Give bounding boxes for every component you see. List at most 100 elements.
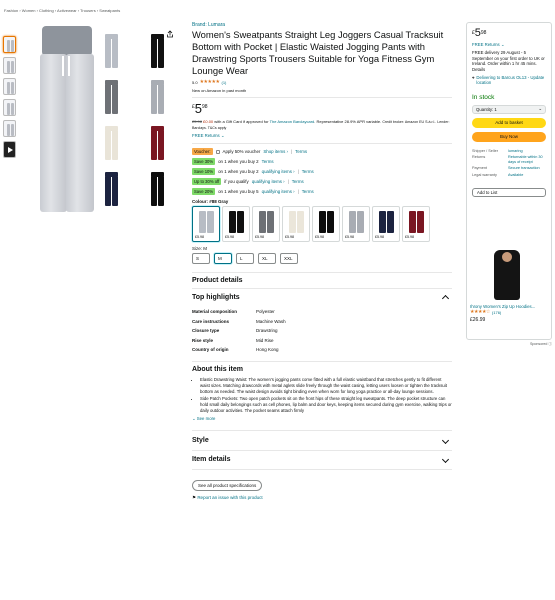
colour-swatch[interactable]: £5.98	[372, 206, 400, 242]
size-option[interactable]: XL	[258, 253, 276, 264]
free-returns-link[interactable]: FREE Returns ⌄	[192, 133, 452, 139]
ad-rating-count[interactable]: (176)	[492, 310, 501, 315]
location-pin-icon: ⌖	[472, 75, 475, 81]
size-option[interactable]: M	[214, 253, 232, 264]
product-attributes-table: Material composition Polyester Care instru…	[192, 307, 286, 355]
swatch-price: £5.98	[195, 235, 204, 239]
promo-link[interactable]: qualifying items ›	[252, 179, 285, 184]
thumbnail-4[interactable]	[3, 99, 16, 116]
promo-row: Up to 30% off if you qualify qualifying it…	[192, 178, 452, 185]
attribute-row: Country of origin Hong Kong	[192, 345, 286, 355]
swatch-image	[288, 209, 306, 233]
thumbnail-5[interactable]	[3, 120, 16, 137]
swatch-image	[378, 209, 396, 233]
thumbnail-2[interactable]	[3, 57, 16, 74]
price-fraction: 98	[202, 104, 208, 110]
model-torso	[42, 26, 92, 56]
rating-count[interactable]: (1)	[221, 80, 226, 85]
see-more-link[interactable]: ⌄ See more	[192, 416, 452, 422]
delivery-location-link[interactable]: ⌖ Delivering to Barcus OL13 - Update loc…	[472, 75, 546, 86]
model-face	[502, 252, 512, 262]
report-issue-link[interactable]: ⚑ Report an issue with this product	[192, 495, 452, 501]
thumbnail-3[interactable]	[3, 78, 16, 95]
promo-text: on 1 when you buy 2	[218, 159, 259, 164]
product-title: Women's Sweatpants Straight Leg Joggers …	[192, 29, 444, 76]
about-bullet: Elastic Drawstring Waist: The women's jo…	[200, 377, 452, 395]
product-info-column: Brand: Lumara Women's Sweatpants Straigh…	[192, 22, 452, 501]
colour-swatch[interactable]: £5.98	[192, 206, 220, 242]
separator: |	[287, 179, 289, 184]
colour-swatch[interactable]: £5.98	[282, 206, 310, 242]
attribute-value: Hong Kong	[256, 347, 279, 352]
buy-now-button[interactable]: Buy Now	[472, 131, 546, 142]
promo-link[interactable]: Terms	[262, 159, 274, 164]
colour-swatch[interactable]: £5.98	[252, 206, 280, 242]
product-details-heading: Product details	[192, 277, 243, 284]
drawstring	[62, 56, 64, 76]
colour-swatch[interactable]: £5.98	[342, 206, 370, 242]
about-heading: About this item	[192, 365, 243, 373]
add-to-basket-button[interactable]: Add to basket	[472, 117, 546, 128]
all-specifications-button[interactable]: See all product specifications	[192, 479, 263, 491]
promo-link[interactable]: Terms	[302, 189, 314, 194]
rating-row: 5.0 ★★★★★ (1)	[192, 79, 452, 85]
swatch-price: £5.98	[255, 235, 264, 239]
colour-swatch[interactable]: £5.98	[222, 206, 250, 242]
promo-link[interactable]: Shop items ›	[263, 149, 288, 154]
promo-link[interactable]: qualifying items ›	[262, 169, 295, 174]
colour-swatches: £5.98 £5.98 £5.98 £5.98 £5.98 £5.98 £5.98 £5.98	[192, 206, 452, 242]
colour-swatch[interactable]: £5.98	[312, 206, 340, 242]
barclaycard-link[interactable]: The Amazon Barclaycard	[270, 119, 315, 124]
brand-link[interactable]: Brand: Lumara	[192, 22, 452, 28]
size-option[interactable]: L	[236, 253, 254, 264]
quantity-select[interactable]: Quantity: 1 ⌄	[472, 104, 546, 114]
promo-link[interactable]: Terms	[302, 169, 314, 174]
delivery-info: FREE delivery 29 August - 5 September on…	[472, 50, 545, 72]
attribute-value: Mid Rise	[256, 337, 274, 343]
top-highlights-toggle[interactable]: Top highlights	[192, 293, 452, 303]
buybox-price: £ 5 98	[472, 28, 546, 39]
thumbnail-strip	[3, 36, 17, 162]
style-heading: Style	[192, 436, 209, 444]
ad-stars-icon: ★★★★☆	[470, 309, 490, 315]
breadcrumb[interactable]: Fashion › Women › Clothing › Activewear …	[4, 8, 120, 13]
size-option[interactable]: XXL	[280, 253, 298, 264]
promo-link[interactable]: qualifying items ›	[262, 189, 295, 194]
size-label: Size: M	[192, 246, 208, 251]
pants-left-leg	[40, 54, 67, 212]
promo-row: Save 10% on 1 when you buy 2 qualifying it…	[192, 168, 452, 175]
promo-link[interactable]: Terms	[292, 179, 304, 184]
seller-row: Returns Returnable within 30 days of rece…	[472, 154, 546, 165]
add-to-list-button[interactable]: Add to List	[472, 188, 546, 198]
thumbnail-1[interactable]	[3, 36, 16, 53]
chevron-down-icon	[441, 436, 450, 444]
promotions-list: Voucher: Apply 50% voucher Shop items › | Te…	[192, 148, 452, 195]
promo-link[interactable]: Terms	[295, 149, 307, 154]
video-thumbnail[interactable]	[3, 141, 16, 158]
promo-badge: Voucher:	[192, 148, 213, 155]
about-bullet: Side Patch Pockets: Two open patch pocke…	[200, 396, 452, 414]
sponsored-ad[interactable]: Ihrony Women's Zip Up Hoodies... ★★★★☆ (…	[470, 248, 552, 323]
colour-swatch[interactable]: £5.98	[402, 206, 430, 242]
seller-value[interactable]: Available	[508, 172, 546, 179]
buybox-free-returns-link[interactable]: FREE Returns ⌄	[472, 42, 546, 47]
sponsored-label[interactable]: Sponsored ⓘ	[530, 342, 552, 347]
promo-text: if you qualify	[224, 179, 249, 184]
seller-value[interactable]: Returnable within 30 days of receipt	[508, 154, 546, 165]
ad-product-image[interactable]	[470, 248, 544, 302]
style-toggle[interactable]: Style	[192, 436, 452, 444]
voucher-checkbox[interactable]	[215, 149, 220, 154]
price: £ 5 98	[192, 102, 452, 115]
item-details-toggle[interactable]: Item details	[192, 455, 452, 463]
promo-badge: Up to 30% off	[192, 178, 222, 185]
separator: |	[291, 149, 293, 154]
quantity-label: Quantity: 1	[476, 106, 497, 112]
swatch-price: £5.98	[345, 235, 354, 239]
delivery-location-label: Delivering to Barcus OL13 - Update locat…	[476, 75, 545, 86]
promo-row: Save 20% on 1 when you buy 5 qualifying it…	[192, 188, 452, 195]
attribute-value: Machine Wash	[256, 318, 286, 324]
swatch-price: £5.98	[225, 235, 234, 239]
swatch-image	[228, 209, 246, 233]
size-option[interactable]: S	[192, 253, 210, 264]
rating-stars-icon[interactable]: ★★★★★	[200, 79, 220, 85]
